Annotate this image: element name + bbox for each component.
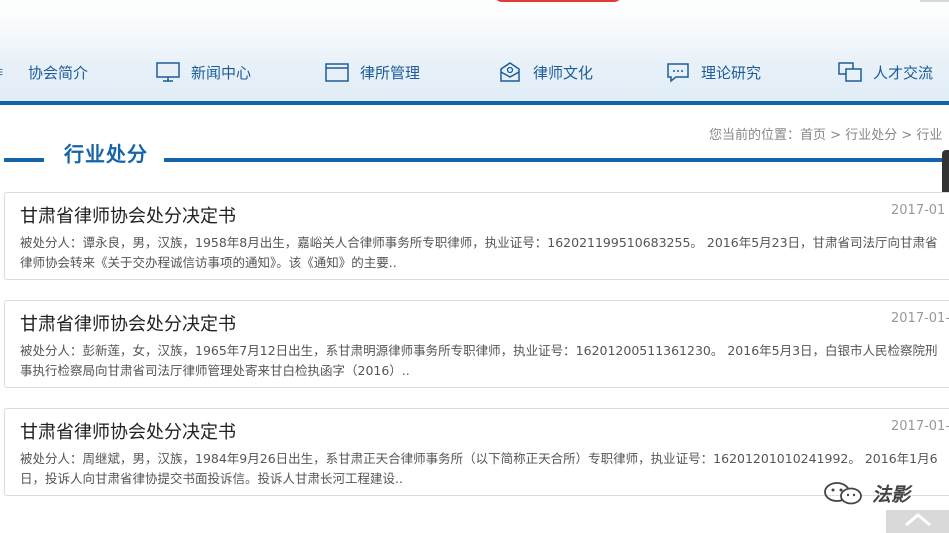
- watermark: 法影: [822, 480, 910, 507]
- article-card[interactable]: 甘肃省律师协会处分决定书 2017-01- 被处分人：周继斌，男，汉族，1984…: [4, 408, 949, 496]
- nav-label: 人才交流: [873, 63, 934, 82]
- nav-item-talent-exchange[interactable]: 人才交流: [837, 58, 933, 86]
- breadcrumb-separator: >: [901, 128, 913, 143]
- breadcrumb-section-link[interactable]: 行业处分: [845, 128, 897, 143]
- nav-item-law-firm-management[interactable]: 律所管理: [324, 58, 420, 86]
- nav-label: 协会简介: [28, 63, 89, 82]
- breadcrumb-separator: >: [830, 128, 842, 143]
- breadcrumb-home-link[interactable]: 首页: [800, 128, 826, 143]
- list-icon: [0, 68, 3, 76]
- breadcrumb-current-link[interactable]: 行业: [916, 128, 942, 143]
- article-date: 2017-01-: [891, 311, 949, 326]
- chevron-up-icon: [904, 513, 931, 526]
- nav-edge-line: [920, 0, 949, 2]
- chat-icon: [667, 63, 689, 83]
- title-rule-left: [4, 158, 44, 162]
- book-icon: [500, 62, 520, 82]
- nav-label: 理论研究: [701, 63, 762, 82]
- title-rule-right: [164, 158, 949, 162]
- nav-label: 律师文化: [533, 63, 594, 82]
- nav-item-association-intro[interactable]: 协会简介: [0, 58, 88, 86]
- nav-divider: [0, 101, 949, 105]
- article-card[interactable]: 甘肃省律师协会处分决定书 2017-01 被处分人：谭永良，男，汉族，1958年…: [4, 192, 949, 280]
- folder-icon: [325, 63, 349, 82]
- article-title[interactable]: 甘肃省律师协会处分决定书: [20, 418, 236, 444]
- article-summary: 被处分人：周继斌，男，汉族，1984年9月26日出生，系甘肃正天合律师事务所（以…: [20, 451, 938, 486]
- article-date: 2017-01: [891, 203, 946, 218]
- nav-item-news-center[interactable]: 新闻中心: [155, 58, 251, 86]
- nav-item-lawyer-culture[interactable]: 律师文化: [497, 58, 593, 86]
- nav-label: 新闻中心: [191, 63, 252, 82]
- top-red-tab: [494, 0, 622, 2]
- watermark-text: 法影: [872, 484, 911, 506]
- wechat-icon: [824, 481, 862, 504]
- monitor-icon: [156, 62, 180, 82]
- article-summary: 被处分人：彭新莲，女，汉族，1965年7月12日出生，系甘肃明源律师事务所专职律…: [20, 343, 938, 378]
- breadcrumb-prefix: 您当前的位置：: [709, 128, 801, 143]
- nav-item-theory-research[interactable]: 理论研究: [665, 58, 761, 86]
- top-nav-bar: 协会简介 新闻中心 律所管理 律师文化 理论研究 人才交流: [0, 0, 949, 105]
- nav-label: 律所管理: [360, 63, 421, 82]
- article-summary: 被处分人：谭永良，男，汉族，1958年8月出生，嘉峪关人合律师事务所专职律师，执…: [20, 235, 938, 270]
- article-title[interactable]: 甘肃省律师协会处分决定书: [20, 310, 236, 336]
- breadcrumb: 您当前的位置：首页 > 行业处分 > 行业: [709, 124, 942, 143]
- article-date: 2017-01-: [891, 419, 949, 434]
- article-card[interactable]: 甘肃省律师协会处分决定书 2017-01- 被处分人：彭新莲，女，汉族，1965…: [4, 300, 949, 388]
- article-title[interactable]: 甘肃省律师协会处分决定书: [20, 202, 236, 228]
- page-title: 行业处分: [64, 142, 148, 166]
- back-to-top-button[interactable]: [886, 510, 949, 533]
- exchange-icon: [838, 62, 862, 82]
